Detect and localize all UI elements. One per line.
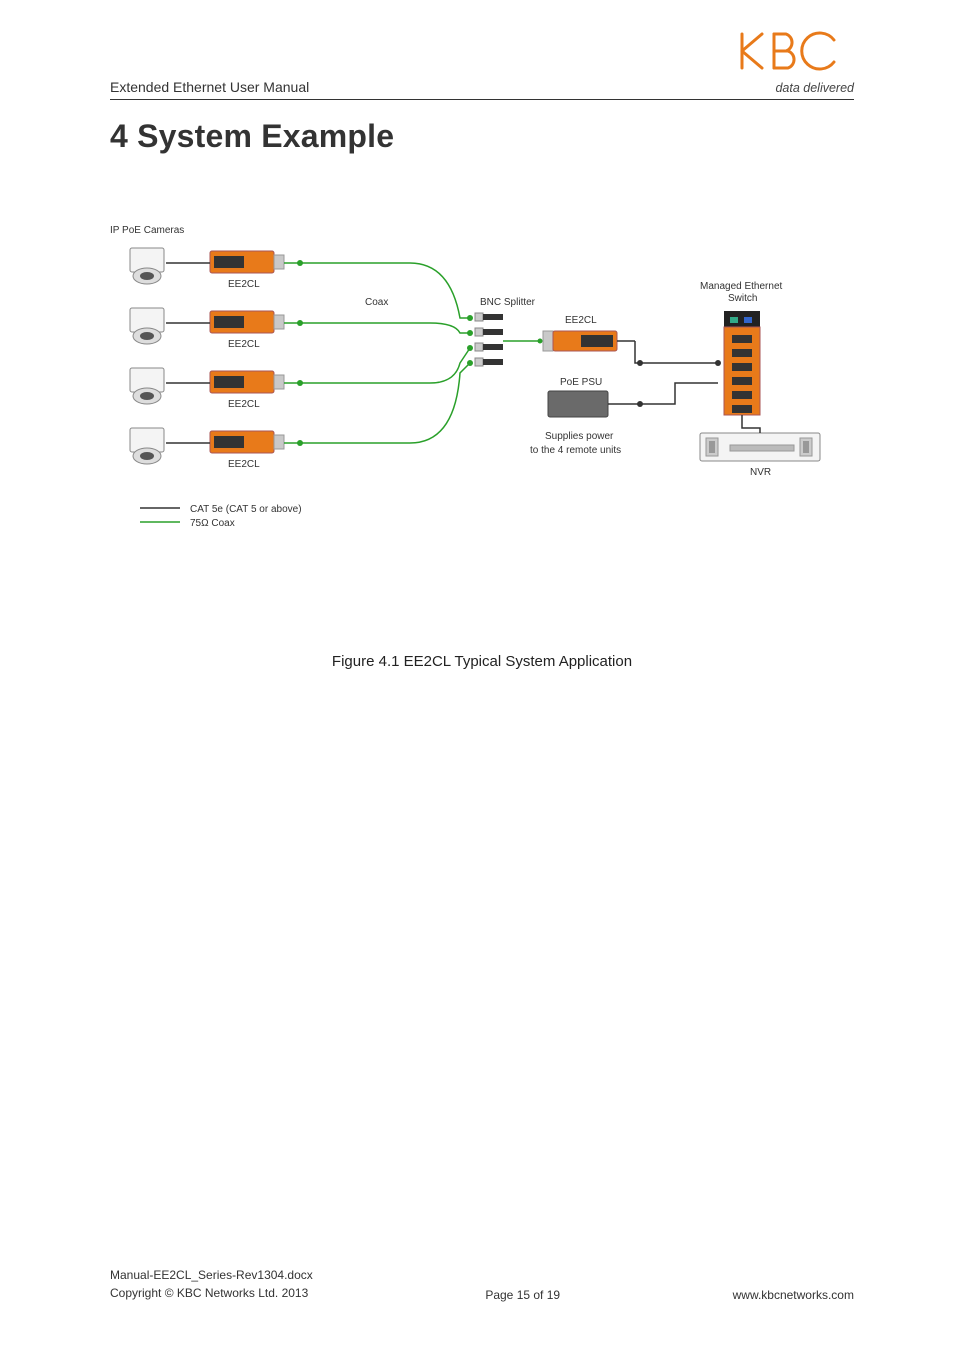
diagram-switch-label-2: Switch [728, 293, 757, 304]
diagram-ee2cl-right-label: EE2CL [565, 315, 597, 326]
brand-logo: data delivered [734, 28, 854, 95]
diagram-ip-cameras-label: IP PoE Cameras [110, 225, 184, 236]
header-title: Extended Ethernet User Manual [110, 79, 309, 95]
diagram-nvr-label: NVR [750, 467, 771, 478]
svg-text:EE2CL: EE2CL [228, 459, 260, 470]
brand-tagline: data delivered [734, 82, 854, 95]
diagram-poe-psu-label: PoE PSU [560, 377, 602, 388]
section-heading: 4 System Example [110, 118, 854, 155]
diagram-coax-label: Coax [365, 297, 388, 308]
diagram-legend: CAT 5e (CAT 5 or above) 75Ω Coax [140, 504, 302, 529]
footer-copyright: Copyright © KBC Networks Ltd. 2013 [110, 1285, 313, 1302]
diagram-ee2cl-right [543, 331, 617, 351]
diagram-switch [724, 311, 760, 415]
svg-text:EE2CL: EE2CL [228, 339, 260, 350]
page-header: Extended Ethernet User Manual data deliv… [110, 28, 854, 100]
svg-text:EE2CL: EE2CL [228, 399, 260, 410]
kbc-logo-icon [734, 28, 854, 76]
diagram-nvr [700, 433, 820, 461]
system-diagram: .lbl { font-family: Verdana, sans-serif;… [110, 223, 854, 583]
diagram-supplies-line2: to the 4 remote units [530, 445, 621, 456]
svg-text:75Ω Coax: 75Ω Coax [190, 518, 235, 529]
footer-url: www.kbcnetworks.com [733, 1288, 854, 1302]
diagram-switch-label-1: Managed Ethernet [700, 281, 783, 292]
svg-text:CAT 5e (CAT 5 or above): CAT 5e (CAT 5 or above) [190, 504, 302, 515]
figure-caption: Figure 4.1 EE2CL Typical System Applicat… [110, 653, 854, 670]
svg-text:EE2CL: EE2CL [228, 279, 260, 290]
diagram-coax-lines [300, 263, 473, 443]
diagram-supplies-line1: Supplies power [545, 431, 614, 442]
diagram-bnc-label: BNC Splitter [480, 297, 536, 308]
diagram-remote-units: EE2CL EE2CL [130, 248, 303, 470]
diagram-poe-psu [548, 391, 608, 417]
diagram-bnc-splitter [475, 313, 503, 366]
footer-page-number: Page 15 of 19 [485, 1288, 560, 1302]
page-footer: Manual-EE2CL_Series-Rev1304.docx Copyrig… [110, 1267, 854, 1302]
footer-filename: Manual-EE2CL_Series-Rev1304.docx [110, 1267, 313, 1284]
